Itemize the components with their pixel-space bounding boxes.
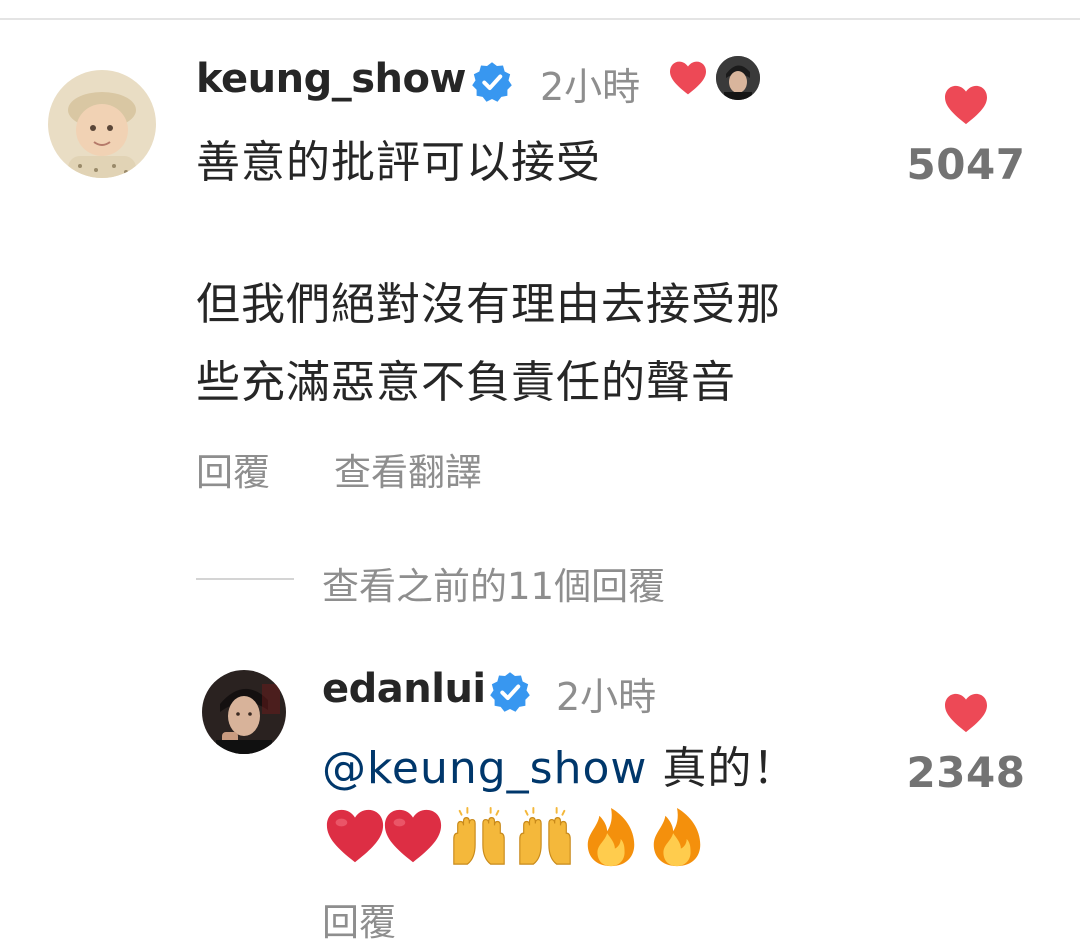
comment-time: 2小時 <box>540 65 641 109</box>
view-previous-replies-button[interactable]: 查看之前的11個回覆 <box>322 556 665 610</box>
emoji-row <box>324 806 708 868</box>
verified-badge-icon <box>472 62 512 102</box>
avatar-portrait-image <box>202 670 286 754</box>
red-heart-emoji-icon <box>326 809 384 863</box>
reply-username[interactable]: edanlui <box>322 666 486 712</box>
red-heart-emoji-icon <box>384 809 442 863</box>
replies-divider-line <box>196 578 294 580</box>
comment-like-count: 5047 <box>906 140 1026 189</box>
fire-emoji-icon <box>653 807 701 867</box>
reply-text: @keung_show 真的！ <box>322 730 797 808</box>
creator-avatar-mini <box>716 56 760 100</box>
see-translation-button[interactable]: 查看翻譯 <box>334 442 482 496</box>
like-heart-icon[interactable] <box>943 84 989 126</box>
raising-hands-emoji-icon <box>453 806 505 865</box>
avatar-edanlui[interactable] <box>202 670 286 754</box>
reply-like-column: 2348 <box>896 692 1036 797</box>
reply-button[interactable]: 回覆 <box>196 442 270 496</box>
raising-hands-emoji-icon <box>519 806 571 865</box>
fire-emoji-icon <box>587 807 635 867</box>
comment-text-line1: 善意的批評可以接受 <box>196 137 601 188</box>
reply-message: 真的！ <box>647 743 798 794</box>
verified-badge-icon <box>490 672 530 712</box>
avatar-keung-show[interactable] <box>48 70 156 178</box>
reply-like-count: 2348 <box>906 748 1026 797</box>
creator-liked-heart-icon <box>670 61 706 95</box>
comment-username[interactable]: keung_show <box>196 56 466 102</box>
reply-time: 2小時 <box>556 675 657 719</box>
mention-link[interactable]: @keung_show <box>322 743 647 794</box>
like-heart-icon[interactable] <box>943 692 989 734</box>
top-divider <box>0 18 1080 20</box>
reply-button[interactable]: 回覆 <box>322 892 396 946</box>
comment-like-column: 5047 <box>896 84 1036 189</box>
avatar-baby-image <box>48 70 156 178</box>
creator-portrait-image <box>716 56 760 100</box>
comment-text-paragraph2: 但我們絕對沒有理由去接受那 些充滿惡意不負責任的聲音 <box>196 279 781 408</box>
